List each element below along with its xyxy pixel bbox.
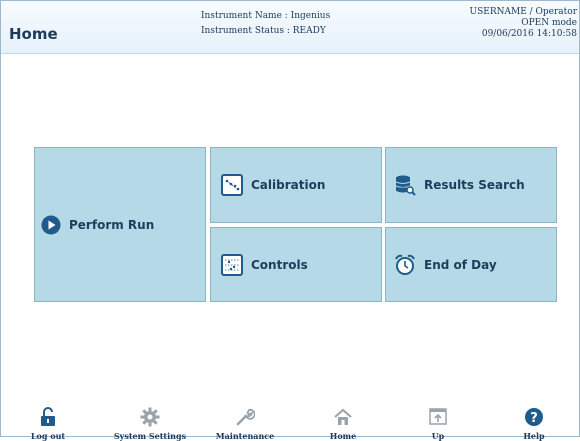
help-button[interactable]: ? Help bbox=[489, 403, 579, 441]
svg-text:?: ? bbox=[530, 411, 538, 426]
end-of-day-label: End of Day bbox=[424, 257, 497, 272]
home-button[interactable]: Home bbox=[298, 403, 388, 441]
results-search-button[interactable]: Results Search bbox=[385, 147, 557, 223]
footer-toolbar: Log out System Settings Maintenance Home bbox=[1, 403, 579, 441]
instrument-info: Instrument Name : Ingenius Instrument St… bbox=[201, 9, 330, 39]
page-title: Home bbox=[9, 25, 58, 43]
maintenance-button[interactable]: Maintenance bbox=[200, 403, 290, 441]
instrument-name: Instrument Name : Ingenius bbox=[201, 11, 331, 21]
maintenance-label: Maintenance bbox=[215, 431, 275, 441]
calibration-icon bbox=[221, 174, 243, 196]
perform-run-button[interactable]: Perform Run bbox=[34, 147, 206, 302]
end-of-day-button[interactable]: End of Day bbox=[385, 227, 557, 302]
calibration-button[interactable]: Calibration bbox=[210, 147, 382, 223]
system-settings-label: System Settings bbox=[113, 431, 187, 441]
gear-icon bbox=[105, 407, 195, 427]
unlock-icon bbox=[3, 407, 93, 427]
logout-label: Log out bbox=[30, 431, 66, 441]
calibration-label: Calibration bbox=[251, 178, 326, 192]
home-icon bbox=[298, 407, 388, 427]
alarm-clock-icon bbox=[394, 254, 416, 276]
controls-icon bbox=[221, 253, 243, 276]
results-search-label: Results Search bbox=[424, 178, 525, 192]
system-settings-button[interactable]: System Settings bbox=[105, 403, 195, 441]
app-window: Home Instrument Name : Ingenius Instrume… bbox=[0, 0, 580, 441]
help-label: Help bbox=[523, 431, 545, 441]
up-button[interactable]: Up bbox=[393, 403, 483, 441]
controls-button[interactable]: Controls bbox=[210, 227, 382, 302]
home-label: Home bbox=[329, 431, 357, 441]
up-label: Up bbox=[431, 431, 445, 441]
header-bar: Home Instrument Name : Ingenius Instrume… bbox=[1, 1, 579, 54]
controls-label: Controls bbox=[251, 257, 308, 272]
instrument-status: Instrument Status : READY bbox=[201, 26, 326, 36]
play-icon bbox=[41, 215, 61, 235]
username: USERNAME / Operator bbox=[469, 7, 577, 17]
up-window-icon bbox=[393, 407, 483, 427]
datetime: 09/06/2016 14:10:58 bbox=[481, 29, 577, 39]
wrench-icon bbox=[200, 407, 290, 427]
user-info: USERNAME / Operator OPEN mode 09/06/2016… bbox=[470, 7, 577, 40]
logout-button[interactable]: Log out bbox=[3, 403, 93, 441]
mode-indicator: OPEN mode bbox=[521, 18, 577, 28]
database-search-icon bbox=[394, 174, 416, 196]
perform-run-label: Perform Run bbox=[69, 217, 155, 232]
help-icon: ? bbox=[489, 407, 579, 427]
